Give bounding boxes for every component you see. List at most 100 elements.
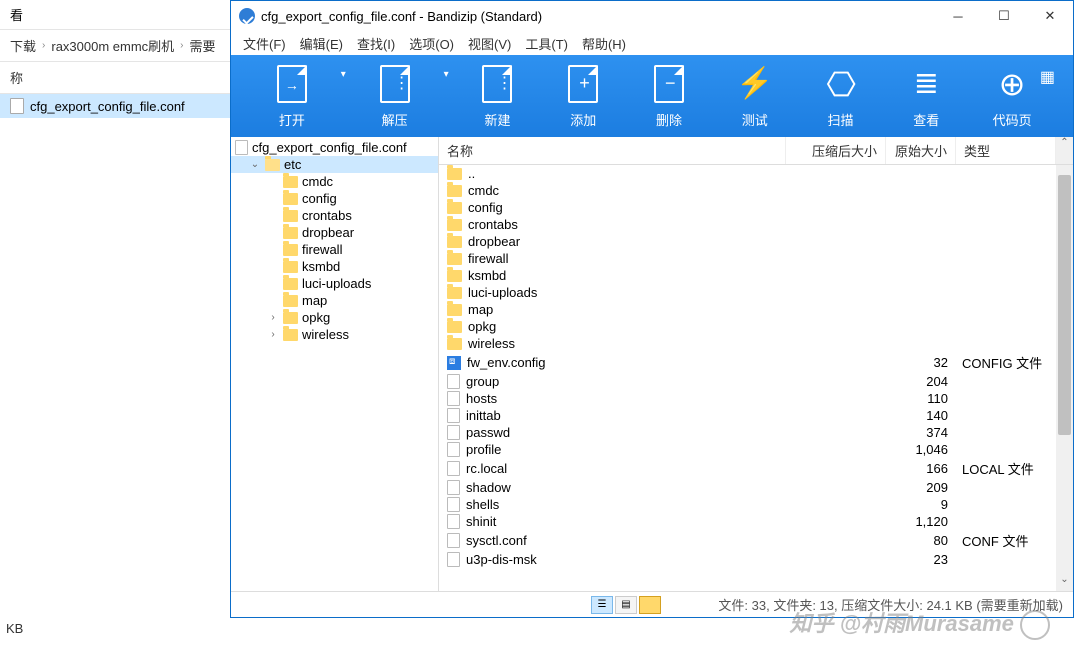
scroll-down-icon[interactable]: ⌄ [1056, 574, 1073, 591]
list-item[interactable]: opkg [439, 318, 1073, 335]
tree-root[interactable]: cfg_export_config_file.conf [231, 139, 438, 156]
list-item[interactable]: sysctl.conf80CONF 文件 [439, 530, 1073, 551]
menu-tools[interactable]: 工具(T) [519, 32, 574, 55]
tree-folder[interactable]: cmdc [231, 173, 438, 190]
tree-folder[interactable]: ›opkg [231, 309, 438, 326]
breadcrumb[interactable]: 下载 › rax3000m emmc刷机 › 需要 [0, 30, 230, 62]
tree-folder[interactable]: dropbear [231, 224, 438, 241]
list-item[interactable]: luci-uploads [439, 284, 1073, 301]
tree-folder[interactable]: crontabs [231, 207, 438, 224]
folder-icon [447, 219, 462, 231]
extract-dropdown[interactable]: ▾ [438, 69, 455, 80]
explorer-footer: KB [6, 621, 23, 636]
folder-icon [447, 338, 462, 350]
tree-folder[interactable]: luci-uploads [231, 275, 438, 292]
list-item[interactable]: inittab140 [439, 407, 1073, 424]
file-icon [10, 98, 24, 114]
menu-file[interactable]: 文件(F) [237, 32, 292, 55]
explorer-file-name: cfg_export_config_file.conf [30, 99, 185, 114]
list-item[interactable]: shinit1,120 [439, 513, 1073, 530]
list-item[interactable]: crontabs [439, 216, 1073, 233]
delete-button[interactable]: 删除 [626, 64, 712, 129]
extract-button[interactable]: 解压 [352, 64, 438, 129]
folder-icon [447, 321, 462, 333]
minimize-button[interactable]: ─ [935, 1, 981, 31]
folder-icon [265, 159, 280, 171]
window-title: cfg_export_config_file.conf - Bandizip (… [261, 9, 542, 24]
view-list-button[interactable]: ▤ [615, 596, 637, 614]
scrollbar[interactable]: ⌄ [1056, 165, 1073, 591]
close-button[interactable]: ✕ [1027, 1, 1073, 31]
explorer-column-header[interactable]: 称 [0, 62, 230, 94]
list-item[interactable]: dropbear [439, 233, 1073, 250]
grid-icon[interactable]: ▦ [1040, 67, 1055, 87]
app-icon [239, 8, 255, 24]
explorer-file-item[interactable]: cfg_export_config_file.conf [0, 94, 230, 118]
tree-folder[interactable]: map [231, 292, 438, 309]
list-item[interactable]: config [439, 199, 1073, 216]
collapse-icon[interactable]: ⌄ [249, 159, 261, 170]
view-icons-button[interactable] [639, 596, 661, 614]
menu-edit[interactable]: 编辑(E) [294, 32, 349, 55]
list-item[interactable]: shells9 [439, 496, 1073, 513]
add-button[interactable]: 添加 [540, 64, 626, 129]
list-item[interactable]: .. [439, 165, 1073, 182]
folder-icon [283, 278, 298, 290]
folder-icon [447, 236, 462, 248]
expand-icon[interactable]: › [267, 312, 279, 323]
list-item[interactable]: rc.local166LOCAL 文件 [439, 458, 1073, 479]
menu-help[interactable]: 帮助(H) [576, 32, 632, 55]
chevron-right-icon: › [180, 40, 183, 51]
list-body[interactable]: ..cmdcconfigcrontabsdropbearfirewallksmb… [439, 165, 1073, 591]
tree-folder-etc[interactable]: ⌄ etc [231, 156, 438, 173]
file-list-pane: 名称 压缩后大小 原始大小 类型 ⌃ ..cmdcconfigcrontabsd… [439, 137, 1073, 591]
menu-find[interactable]: 查找(I) [351, 32, 401, 55]
menu-options[interactable]: 选项(O) [403, 32, 460, 55]
new-button[interactable]: 新建 [455, 64, 541, 129]
view-details-button[interactable]: ☰ [591, 596, 613, 614]
list-item[interactable]: cmdc [439, 182, 1073, 199]
list-item[interactable]: profile1,046 [439, 441, 1073, 458]
folder-icon [283, 210, 298, 222]
tree-pane[interactable]: cfg_export_config_file.conf ⌄ etc cmdcco… [231, 137, 439, 591]
list-item[interactable]: u3p-dis-msk23 [439, 551, 1073, 568]
expand-icon[interactable]: › [267, 329, 279, 340]
test-button[interactable]: 测试 [712, 64, 798, 129]
file-icon [447, 514, 460, 529]
col-type[interactable]: 类型 [956, 137, 1056, 164]
scrollbar-thumb[interactable] [1058, 175, 1071, 435]
extract-icon [380, 65, 410, 103]
breadcrumb-item[interactable]: 需要 [190, 36, 216, 55]
file-icon [447, 461, 460, 476]
list-item[interactable]: ksmbd [439, 267, 1073, 284]
list-item[interactable]: firewall [439, 250, 1073, 267]
list-item[interactable]: map [439, 301, 1073, 318]
breadcrumb-item[interactable]: 下载 [10, 36, 36, 55]
titlebar[interactable]: cfg_export_config_file.conf - Bandizip (… [231, 1, 1073, 31]
list-item[interactable]: hosts110 [439, 390, 1073, 407]
list-item[interactable]: shadow209 [439, 479, 1073, 496]
tree-folder[interactable]: ksmbd [231, 258, 438, 275]
list-item[interactable]: fw_env.config32CONFIG 文件 [439, 352, 1073, 373]
open-dropdown[interactable]: ▾ [335, 69, 352, 80]
tree-folder[interactable]: ›wireless [231, 326, 438, 343]
tree-folder[interactable]: firewall [231, 241, 438, 258]
scan-button[interactable]: 扫描 [798, 64, 884, 129]
tree-folder[interactable]: config [231, 190, 438, 207]
menu-view[interactable]: 视图(V) [462, 32, 517, 55]
breadcrumb-item[interactable]: rax3000m emmc刷机 [51, 36, 174, 55]
list-item[interactable]: passwd374 [439, 424, 1073, 441]
folder-icon [447, 304, 462, 316]
file-icon [447, 425, 460, 440]
explorer-view-label[interactable]: 看 [0, 0, 230, 30]
view-button[interactable]: 查看 [883, 64, 969, 129]
maximize-button[interactable]: ☐ [981, 1, 1027, 31]
col-original[interactable]: 原始大小 [886, 137, 956, 164]
col-compressed[interactable]: 压缩后大小 [786, 137, 886, 164]
open-button[interactable]: 打开 [249, 64, 335, 129]
scroll-up-icon[interactable]: ⌃ [1056, 137, 1073, 164]
list-item[interactable]: group204 [439, 373, 1073, 390]
col-name[interactable]: 名称 [439, 137, 786, 164]
list-item[interactable]: wireless [439, 335, 1073, 352]
list-icon [908, 64, 944, 104]
